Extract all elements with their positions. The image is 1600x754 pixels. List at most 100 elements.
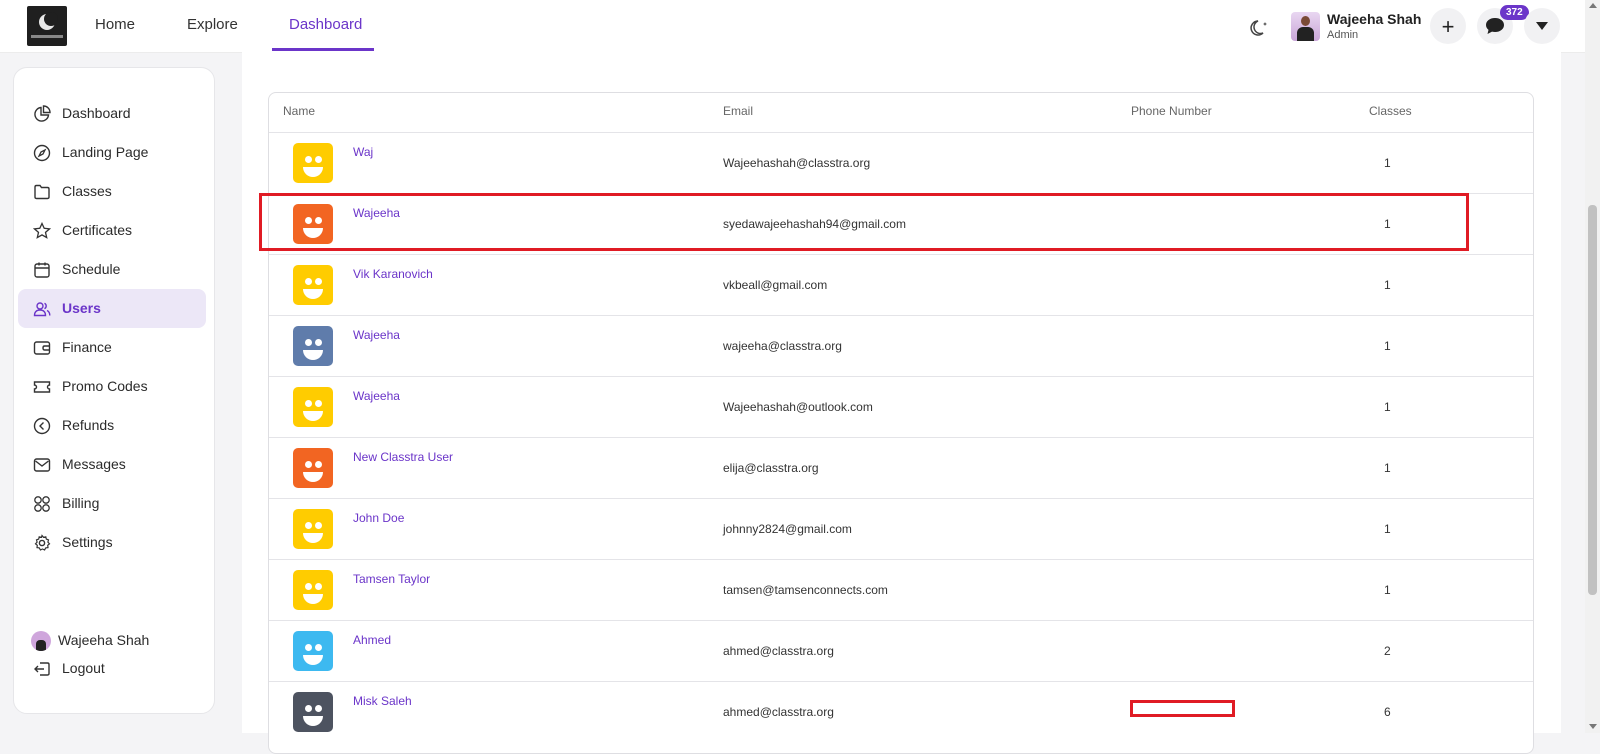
- sidebar-item-finance[interactable]: Finance: [18, 328, 206, 367]
- scroll-up-arrow-icon[interactable]: [1589, 3, 1597, 8]
- nav-dashboard[interactable]: Dashboard: [289, 16, 362, 33]
- sidebar: Dashboard Landing Page Classes Certifica…: [13, 67, 215, 714]
- user-avatar: [293, 143, 333, 183]
- sidebar-item-messages[interactable]: Messages: [18, 445, 206, 484]
- sidebar-item-label: Classes: [62, 183, 112, 199]
- logout-label: Logout: [62, 660, 105, 676]
- user-email: vkbeall@gmail.com: [723, 278, 828, 292]
- profile-name[interactable]: Wajeeha Shah: [1327, 11, 1421, 27]
- notification-badge: 372: [1500, 5, 1529, 20]
- user-name-link[interactable]: John Doe: [353, 511, 404, 525]
- top-navbar: Home Explore Dashboard Wajeeha Shah Admi…: [0, 0, 1585, 53]
- user-class-count: 1: [1384, 278, 1391, 292]
- nav-home[interactable]: Home: [95, 16, 135, 33]
- sidebar-item-label: Settings: [62, 534, 113, 550]
- profile-avatar[interactable]: [1291, 12, 1320, 41]
- sidebar-item-classes[interactable]: Classes: [18, 172, 206, 211]
- user-class-count: 1: [1384, 400, 1391, 414]
- user-class-count: 1: [1384, 339, 1391, 353]
- ticket-icon: [33, 381, 51, 393]
- column-header-email[interactable]: Email: [723, 104, 753, 118]
- sidebar-item-label: Dashboard: [62, 105, 131, 121]
- folder-icon: [34, 184, 50, 200]
- sidebar-item-label: Landing Page: [62, 144, 149, 160]
- sidebar-item-label: Messages: [62, 456, 126, 472]
- user-email: Wajeehashah@outlook.com: [723, 400, 873, 414]
- user-avatar: [293, 509, 333, 549]
- user-email: ahmed@classtra.org: [723, 705, 834, 719]
- add-button[interactable]: +: [1430, 8, 1466, 44]
- user-email: Wajeehashah@classtra.org: [723, 156, 871, 170]
- user-email: johnny2824@gmail.com: [723, 522, 852, 536]
- table-row[interactable]: Ahmed ahmed@classtra.org 2: [269, 620, 1533, 681]
- user-email: elija@classtra.org: [723, 461, 819, 475]
- column-header-name[interactable]: Name: [283, 104, 315, 118]
- sidebar-item-label: Users: [62, 300, 101, 316]
- user-name-link[interactable]: Misk Saleh: [353, 694, 412, 708]
- logout-icon: [34, 662, 50, 676]
- user-class-count: 1: [1384, 461, 1391, 475]
- table-row[interactable]: Vik Karanovich vkbeall@gmail.com 1: [269, 254, 1533, 315]
- avatar: [31, 631, 51, 651]
- table-row[interactable]: Waj Wajeehashah@classtra.org 1: [269, 132, 1533, 193]
- sidebar-item-schedule[interactable]: Schedule: [18, 250, 206, 289]
- sidebar-item-users[interactable]: Users: [18, 289, 206, 328]
- star-icon: [33, 222, 51, 239]
- table-row[interactable]: Tamsen Taylor tamsen@tamsenconnects.com …: [269, 559, 1533, 620]
- sidebar-item-landing-page[interactable]: Landing Page: [18, 133, 206, 172]
- sidebar-item-label: Finance: [62, 339, 112, 355]
- user-name-link[interactable]: Wajeeha: [353, 328, 400, 342]
- user-class-count: 1: [1384, 522, 1391, 536]
- gear-icon: [34, 534, 51, 551]
- account-menu-button[interactable]: [1524, 8, 1560, 44]
- user-name-link[interactable]: New Classtra User: [353, 450, 453, 464]
- row-highlight-annotation: [259, 193, 1469, 251]
- sidebar-item-label: Refunds: [62, 417, 115, 433]
- sidebar-item-refunds[interactable]: Refunds: [18, 406, 206, 445]
- sidebar-item-promo-codes[interactable]: Promo Codes: [18, 367, 206, 406]
- logout-button[interactable]: Logout: [18, 649, 206, 688]
- table-row[interactable]: Wajeeha Wajeehashah@outlook.com 1: [269, 376, 1533, 437]
- nav-explore[interactable]: Explore: [187, 16, 238, 33]
- user-avatar: [293, 265, 333, 305]
- calendar-icon: [34, 262, 50, 278]
- sidebar-item-dashboard[interactable]: Dashboard: [18, 94, 206, 133]
- user-class-count: 1: [1384, 156, 1391, 170]
- sidebar-item-label: Billing: [62, 495, 100, 511]
- user-class-count: 1: [1384, 583, 1391, 597]
- user-class-count: 2: [1384, 644, 1391, 658]
- profile-role: Admin: [1327, 29, 1359, 41]
- user-name-link[interactable]: Wajeeha: [353, 389, 400, 403]
- table-row[interactable]: John Doe johnny2824@gmail.com 1: [269, 498, 1533, 559]
- user-email: tamsen@tamsenconnects.com: [723, 583, 888, 597]
- user-name-link[interactable]: Ahmed: [353, 633, 391, 647]
- sidebar-item-label: Promo Codes: [62, 378, 148, 394]
- sidebar-item-certificates[interactable]: Certificates: [18, 211, 206, 250]
- sidebar-item-label: Certificates: [62, 222, 133, 238]
- sidebar-item-settings[interactable]: Settings: [18, 523, 206, 562]
- table-row[interactable]: Wajeeha wajeeha@classtra.org 1: [269, 315, 1533, 376]
- caret-down-icon: [1536, 22, 1548, 30]
- table-row[interactable]: New Classtra User elija@classtra.org 1: [269, 437, 1533, 498]
- column-header-phone[interactable]: Phone Number: [1131, 104, 1212, 118]
- grid-icon: [34, 496, 50, 512]
- users-icon: [33, 302, 51, 317]
- user-avatar: [293, 326, 333, 366]
- scroll-down-arrow-icon[interactable]: [1589, 724, 1597, 729]
- wallet-icon: [33, 341, 51, 355]
- sidebar-item-billing[interactable]: Billing: [18, 484, 206, 523]
- user-name-link[interactable]: Waj: [353, 145, 373, 159]
- user-name-link[interactable]: Vik Karanovich: [353, 267, 433, 281]
- user-name-link[interactable]: Tamsen Taylor: [353, 572, 430, 586]
- dark-mode-toggle-icon[interactable]: [1250, 18, 1270, 38]
- user-avatar: [293, 448, 333, 488]
- phone-highlight-annotation: [1130, 700, 1235, 717]
- user-avatar: [293, 570, 333, 610]
- page-scrollbar[interactable]: [1585, 0, 1600, 733]
- scrollbar-thumb[interactable]: [1588, 205, 1597, 595]
- app-logo[interactable]: [27, 6, 67, 46]
- sidebar-item-label: Schedule: [62, 261, 121, 277]
- column-header-classes[interactable]: Classes: [1369, 104, 1412, 118]
- user-email: wajeeha@classtra.org: [723, 339, 842, 353]
- refund-icon: [33, 417, 51, 435]
